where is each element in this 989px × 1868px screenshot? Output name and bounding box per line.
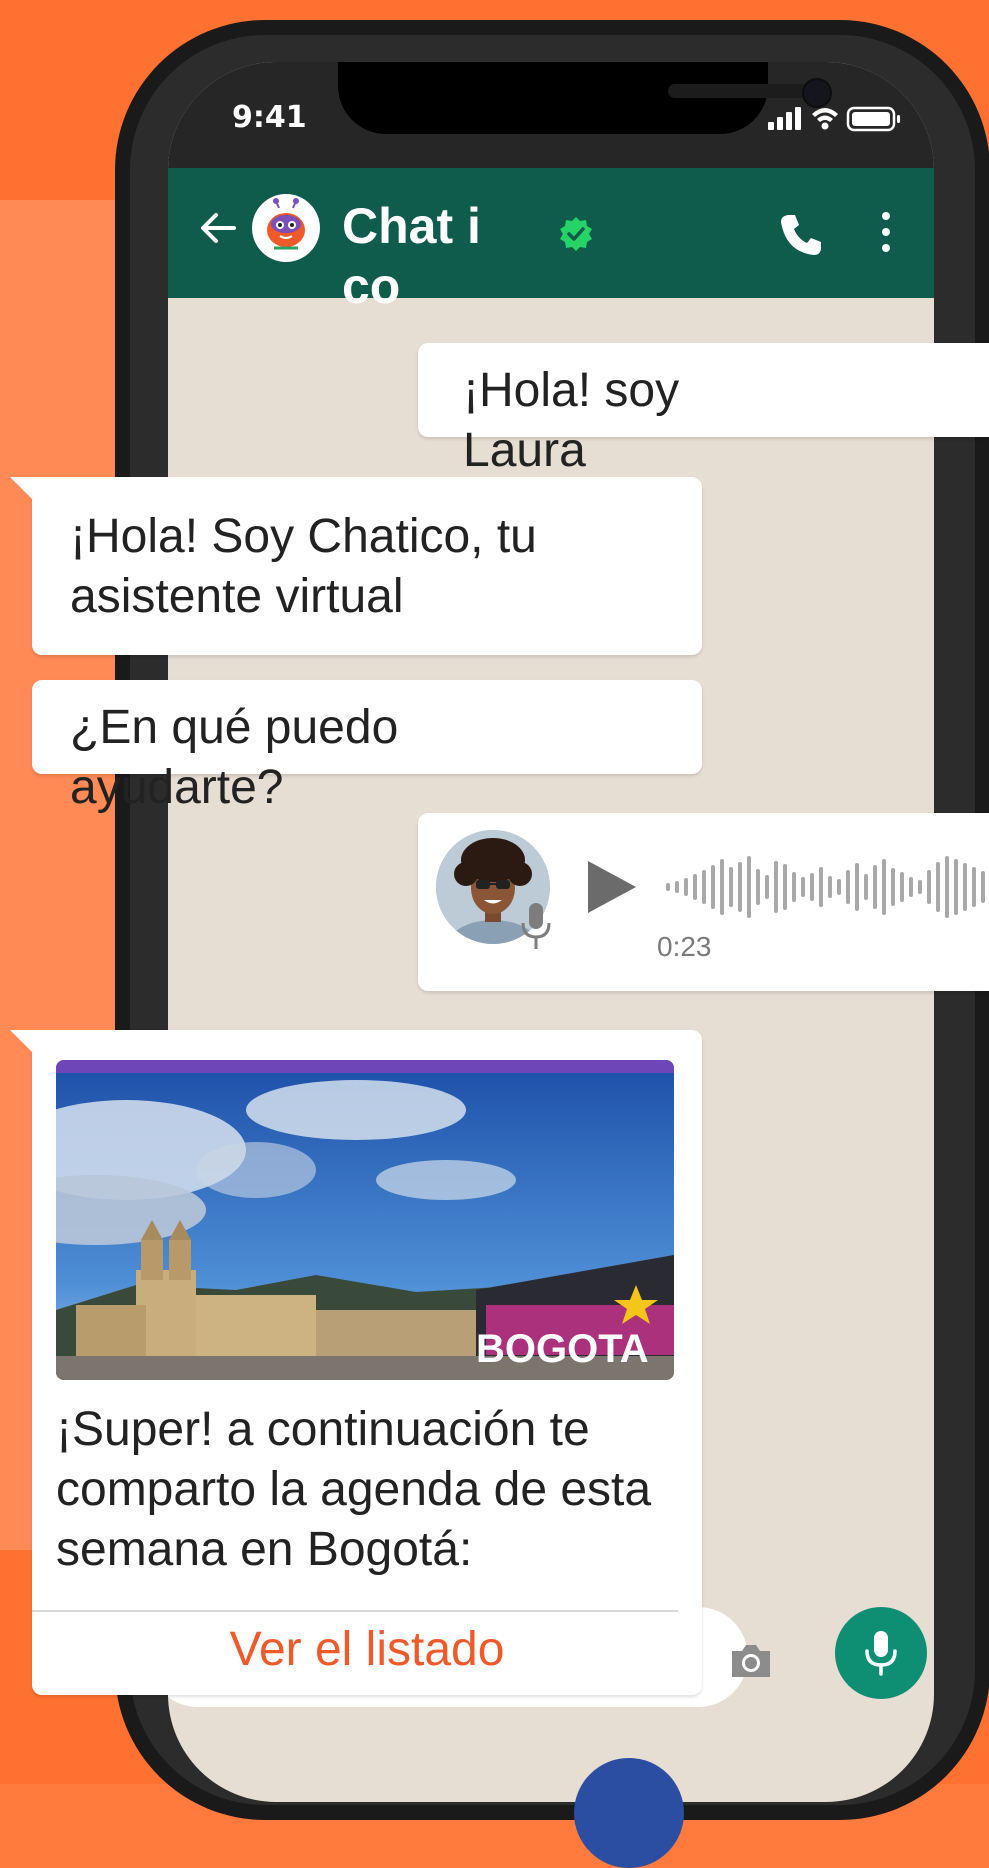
bubble-tail	[10, 1030, 32, 1052]
status-bar: 9:41	[168, 62, 934, 168]
waveform-bar	[837, 879, 841, 895]
waveform-bar	[810, 873, 814, 901]
contact-avatar[interactable]	[252, 194, 320, 262]
verified-badge-icon	[560, 217, 592, 251]
phone-icon[interactable]	[776, 210, 826, 260]
waveform-bar	[936, 862, 940, 912]
robot-avatar-icon	[267, 198, 305, 250]
waveform-bar	[873, 865, 877, 909]
bubble-tail	[10, 477, 32, 499]
speaker	[668, 84, 808, 98]
chat-header: Chat ico	[168, 168, 934, 314]
card-divider	[32, 1610, 678, 1612]
contact-name[interactable]: Chat ico	[342, 196, 492, 316]
waveform-bar	[927, 870, 931, 904]
waveform-bar	[864, 874, 868, 900]
status-time: 9:41	[232, 100, 307, 135]
message-text: ¡Hola! Soy Chatico, tu asistente virtual	[70, 510, 537, 623]
audio-duration: 0:23	[657, 931, 712, 962]
waveform-bar	[702, 870, 706, 904]
wifi-icon	[812, 108, 838, 130]
waveform-bar	[756, 869, 760, 905]
card-image[interactable]: BOGOTA	[56, 1060, 674, 1380]
back-arrow-icon[interactable]	[196, 206, 240, 250]
camera-icon[interactable]	[728, 1641, 774, 1681]
incoming-message[interactable]: ¿En qué puedo ayudarte?	[32, 680, 702, 814]
waveform-bar	[846, 870, 850, 904]
play-icon[interactable]	[584, 857, 640, 917]
waveform-bar	[900, 872, 904, 902]
waveform-bar	[693, 874, 697, 900]
waveform-bar	[891, 868, 895, 906]
message-text: ¿En qué puedo ayudarte?	[70, 701, 399, 814]
waveform-bar	[801, 877, 805, 897]
waveform-bar	[882, 859, 886, 915]
waveform-bar	[747, 856, 751, 918]
waveform-bar	[954, 859, 958, 915]
waveform-bar	[666, 883, 670, 891]
signal-icon	[768, 107, 801, 130]
message-text: ¡Hola! soy Laura	[463, 364, 680, 477]
brand-logo: BOGOTA	[476, 1327, 649, 1371]
battery-icon	[846, 106, 900, 132]
bogota-plaza-photo: BOGOTA	[56, 1060, 674, 1380]
audio-waveform[interactable]	[666, 851, 989, 923]
incoming-message[interactable]: ¡Hola! Soy Chatico, tu asistente virtual	[10, 477, 702, 655]
notch	[338, 62, 832, 134]
mic-icon	[865, 1631, 897, 1676]
card-text: ¡Super! a continuación te comparto la ag…	[56, 1403, 652, 1576]
waveform-bar	[711, 865, 715, 909]
mic-icon	[521, 903, 551, 949]
incoming-card-message[interactable]: BOGOTA ¡Super! a continuación te compart…	[10, 1030, 702, 1695]
bottom-decoration	[574, 1758, 684, 1868]
waveform-bar	[828, 876, 832, 898]
waveform-bar	[675, 881, 679, 893]
status-icons	[768, 106, 900, 132]
waveform-bar	[738, 862, 742, 912]
waveform-bar	[765, 875, 769, 899]
more-vertical-icon[interactable]	[874, 208, 898, 256]
waveform-bar	[972, 867, 976, 907]
waveform-bar	[918, 880, 922, 894]
outgoing-message[interactable]: ¡Hola! soy Laura	[418, 343, 989, 477]
view-list-link[interactable]: Ver el listado	[32, 1620, 702, 1680]
voice-message[interactable]: 0:23	[418, 813, 989, 991]
waveform-bar	[783, 864, 787, 910]
waveform-bar	[720, 859, 724, 915]
waveform-bar	[792, 872, 796, 902]
waveform-bar	[774, 861, 778, 913]
waveform-bar	[684, 878, 688, 896]
waveform-bar	[945, 856, 949, 918]
waveform-bar	[855, 863, 859, 911]
waveform-bar	[909, 877, 913, 897]
waveform-bar	[963, 863, 967, 911]
waveform-bar	[729, 867, 733, 907]
waveform-bar	[819, 867, 823, 907]
waveform-bar	[981, 871, 985, 903]
voice-record-button[interactable]	[835, 1607, 927, 1699]
